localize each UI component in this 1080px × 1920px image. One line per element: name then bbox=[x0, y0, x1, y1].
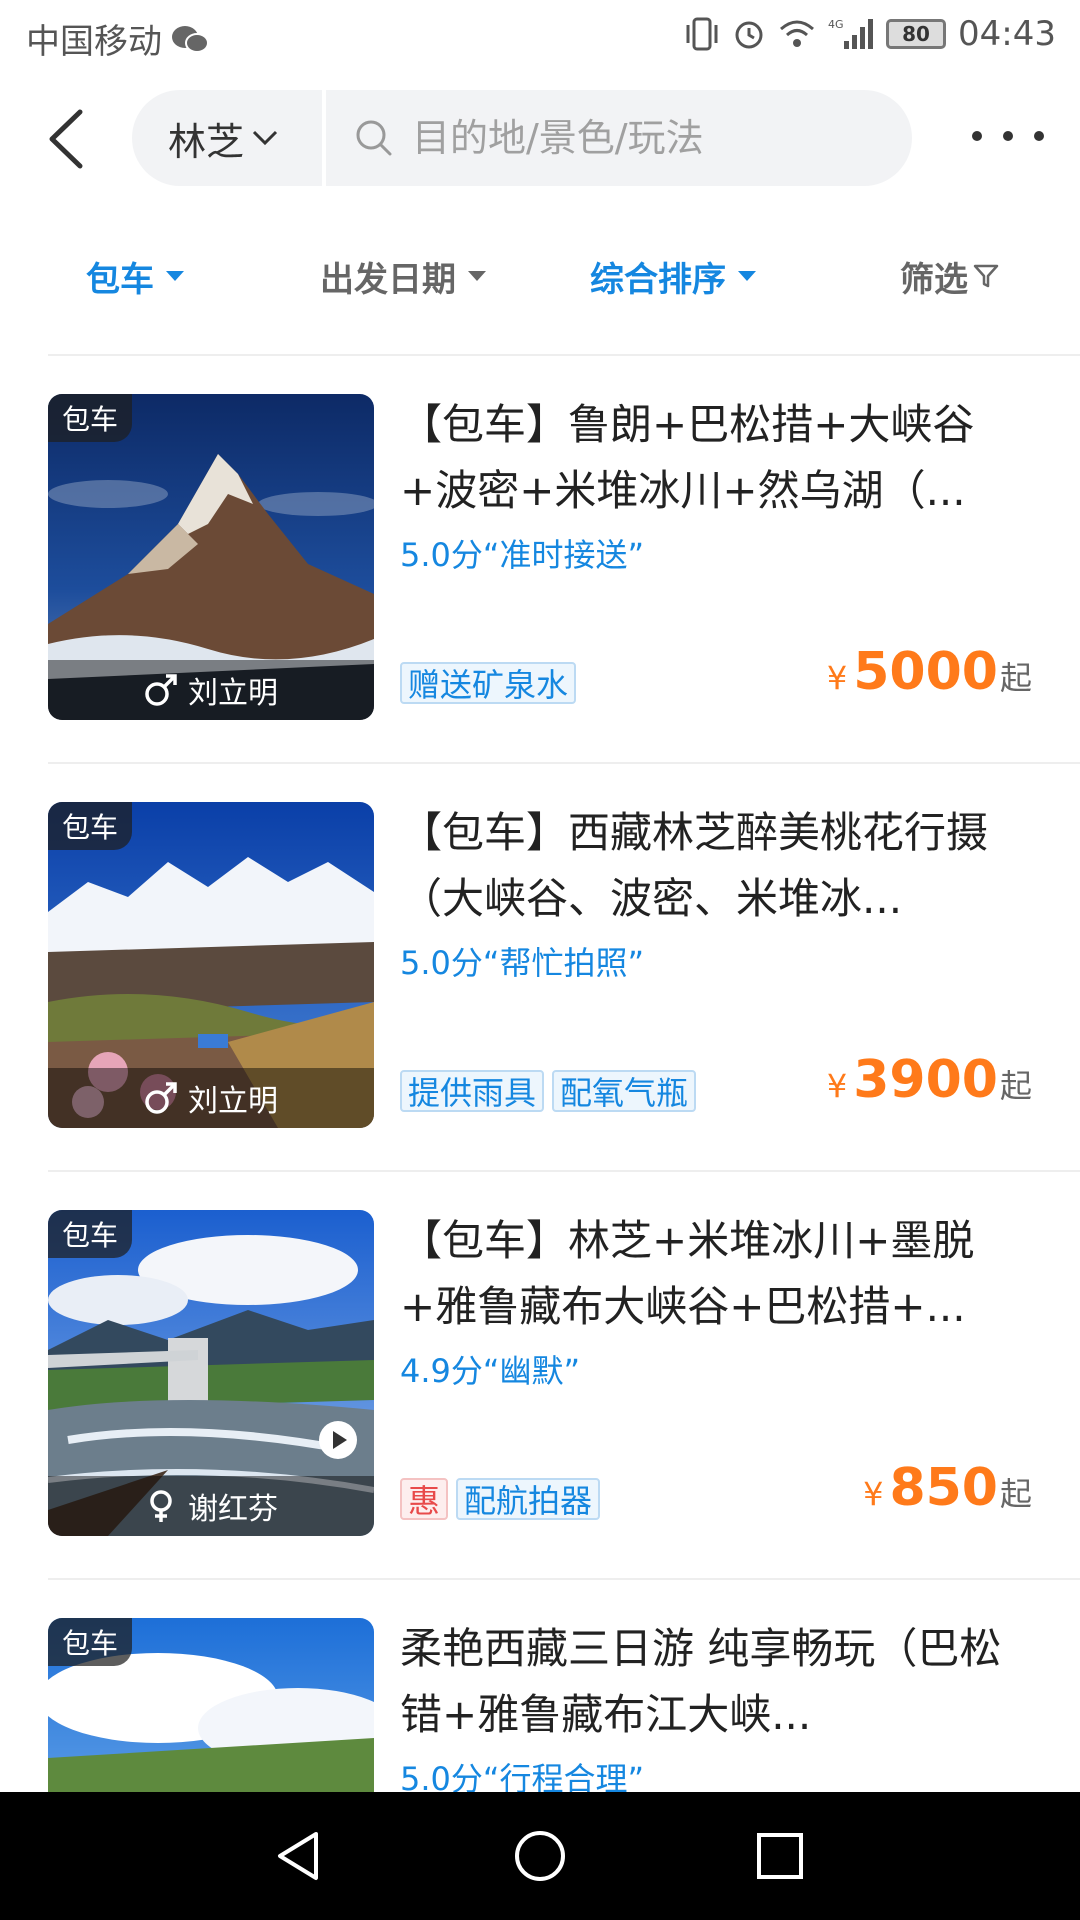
search-bar: 林芝 bbox=[132, 90, 912, 186]
vibrate-icon bbox=[686, 17, 718, 51]
listing-title: 【包车】鲁朗+巴松措+大峡谷+波密+米堆冰川+然乌湖（... bbox=[400, 400, 975, 515]
listing-tags: 惠 配航拍器 bbox=[400, 1478, 601, 1520]
promo-tag: 惠 bbox=[400, 1478, 449, 1520]
network-label: 4G bbox=[828, 18, 844, 31]
listing-thumbnail: 包车 谢红芬 bbox=[48, 1210, 374, 1536]
listing-card[interactable]: 包车 柔艳西藏三日游 纯享畅玩（巴松错+雅鲁藏布江大峡... 5.0分“行程合理… bbox=[0, 1580, 1080, 1792]
price-suffix: 起 bbox=[999, 1475, 1032, 1513]
listing-rating: 4.9分“幽默” bbox=[400, 1352, 581, 1390]
listing-card[interactable]: 包车 谢红芬 【包车】林芝+米堆冰川+墨脱+雅鲁藏布大峡谷+巴松措+... 4.… bbox=[0, 1172, 1080, 1580]
listing-price: ¥ 5000 起 bbox=[827, 642, 1032, 702]
wifi-icon bbox=[780, 20, 815, 47]
nav-recents-icon[interactable] bbox=[750, 1826, 810, 1886]
listing-badge: 包车 bbox=[48, 1618, 133, 1666]
dot-icon bbox=[1003, 131, 1013, 141]
carrier-label: 中国移动 bbox=[26, 22, 162, 62]
search-divider bbox=[322, 90, 326, 186]
listing-badge: 包车 bbox=[48, 394, 133, 442]
battery-level: 80 bbox=[902, 22, 930, 46]
filter-bar: 包车 出发日期 综合排序 筛选 bbox=[0, 202, 1080, 352]
filter-screen-label: 筛选 bbox=[900, 259, 968, 300]
filter-type-label: 包车 bbox=[86, 259, 154, 300]
listing-badge: 包车 bbox=[48, 802, 133, 850]
driver-info: 谢红芬 bbox=[48, 1476, 374, 1536]
status-left: 中国移动 bbox=[26, 14, 210, 63]
listing-tags: 赠送矿泉水 bbox=[400, 662, 577, 704]
caret-down-icon bbox=[738, 271, 756, 281]
filter-sort-label: 综合排序 bbox=[590, 259, 726, 300]
listing-badge: 包车 bbox=[48, 1210, 133, 1258]
driver-name: 刘立明 bbox=[188, 676, 278, 711]
filter-type[interactable]: 包车 bbox=[86, 246, 184, 306]
status-right: 4G 80 04:43 bbox=[684, 14, 1056, 54]
nav-back-icon[interactable] bbox=[270, 1826, 330, 1886]
listing-title: 【包车】西藏林芝醉美桃花行摄（大峡谷、波密、米堆冰... bbox=[400, 808, 989, 923]
listing-rating: 5.0分“行程合理” bbox=[400, 1760, 645, 1792]
price-symbol: ¥ bbox=[826, 659, 848, 697]
listing-tag: 赠送矿泉水 bbox=[400, 662, 577, 704]
dot-icon bbox=[1034, 131, 1044, 141]
listing-title: 柔艳西藏三日游 纯享畅玩（巴松错+雅鲁藏布江大峡... bbox=[400, 1624, 1002, 1739]
driver-info: 刘立明 bbox=[48, 660, 374, 720]
male-icon bbox=[145, 674, 177, 706]
filter-sort[interactable]: 综合排序 bbox=[590, 246, 756, 306]
driver-name: 谢红芬 bbox=[188, 1492, 278, 1527]
listing-price: ¥ 850 起 bbox=[863, 1458, 1032, 1518]
price-amount: 850 bbox=[889, 1458, 998, 1518]
status-bar: 中国移动 4G 80 04:43 bbox=[0, 0, 1080, 72]
system-nav-bar bbox=[0, 1792, 1080, 1920]
listing-card[interactable]: 包车 刘立明 【包车】西藏林芝醉美桃花行摄（大峡谷、波密、米堆冰... 5.0分… bbox=[0, 764, 1080, 1172]
funnel-icon bbox=[973, 264, 999, 288]
signal-icon: 4G bbox=[828, 18, 874, 49]
listing-rating: 5.0分“准时接送” bbox=[400, 536, 645, 574]
listing-card[interactable]: 包车 刘立明 【包车】鲁朗+巴松措+大峡谷+波密+米堆冰川+然乌湖（... 5.… bbox=[0, 356, 1080, 764]
caret-down-icon bbox=[166, 271, 184, 281]
search-icon bbox=[356, 120, 392, 156]
price-suffix: 起 bbox=[999, 659, 1032, 697]
play-icon[interactable] bbox=[318, 1420, 358, 1460]
clock: 04:43 bbox=[958, 14, 1056, 54]
more-options-button[interactable] bbox=[972, 116, 1044, 156]
chevron-down-icon bbox=[252, 130, 278, 146]
search-input[interactable] bbox=[412, 90, 892, 186]
listing-list: 包车 刘立明 【包车】鲁朗+巴松措+大峡谷+波密+米堆冰川+然乌湖（... 5.… bbox=[0, 356, 1080, 1792]
listing-thumbnail: 包车 刘立明 bbox=[48, 802, 374, 1128]
male-icon bbox=[145, 1082, 177, 1114]
caret-down-icon bbox=[468, 271, 486, 281]
back-button[interactable] bbox=[40, 104, 100, 174]
listing-tag: 配航拍器 bbox=[456, 1478, 601, 1520]
filter-date-label: 出发日期 bbox=[320, 259, 456, 300]
alarm-icon bbox=[735, 21, 763, 49]
listing-title: 【包车】林芝+米堆冰川+墨脱+雅鲁藏布大峡谷+巴松措+... bbox=[400, 1216, 975, 1331]
price-symbol: ¥ bbox=[863, 1475, 884, 1513]
listing-price: ¥ 3900 起 bbox=[827, 1050, 1032, 1110]
dot-icon bbox=[972, 131, 982, 141]
filter-date[interactable]: 出发日期 bbox=[320, 246, 486, 306]
listing-tag: 配氧气瓶 bbox=[552, 1070, 697, 1112]
price-amount: 5000 bbox=[853, 642, 998, 702]
price-symbol: ¥ bbox=[826, 1067, 848, 1105]
listing-rating: 5.0分“帮忙拍照” bbox=[400, 944, 645, 982]
battery-icon: 80 bbox=[886, 19, 947, 49]
price-amount: 3900 bbox=[853, 1050, 998, 1110]
listing-tag: 提供雨具 bbox=[400, 1070, 545, 1112]
listing-thumbnail: 包车 刘立明 bbox=[48, 394, 374, 720]
driver-info: 刘立明 bbox=[48, 1068, 374, 1128]
wechat-icon bbox=[172, 25, 209, 53]
listing-thumbnail: 包车 bbox=[48, 1618, 374, 1792]
city-selector[interactable]: 林芝 bbox=[168, 90, 278, 186]
driver-name: 刘立明 bbox=[188, 1084, 278, 1119]
city-label: 林芝 bbox=[168, 119, 245, 164]
listing-tags: 提供雨具 配氧气瓶 bbox=[400, 1070, 697, 1112]
female-icon bbox=[150, 1490, 172, 1522]
price-suffix: 起 bbox=[999, 1067, 1032, 1105]
nav-home-icon[interactable] bbox=[510, 1826, 570, 1886]
filter-screen[interactable]: 筛选 bbox=[900, 246, 1000, 306]
header: 林芝 bbox=[0, 72, 1080, 202]
